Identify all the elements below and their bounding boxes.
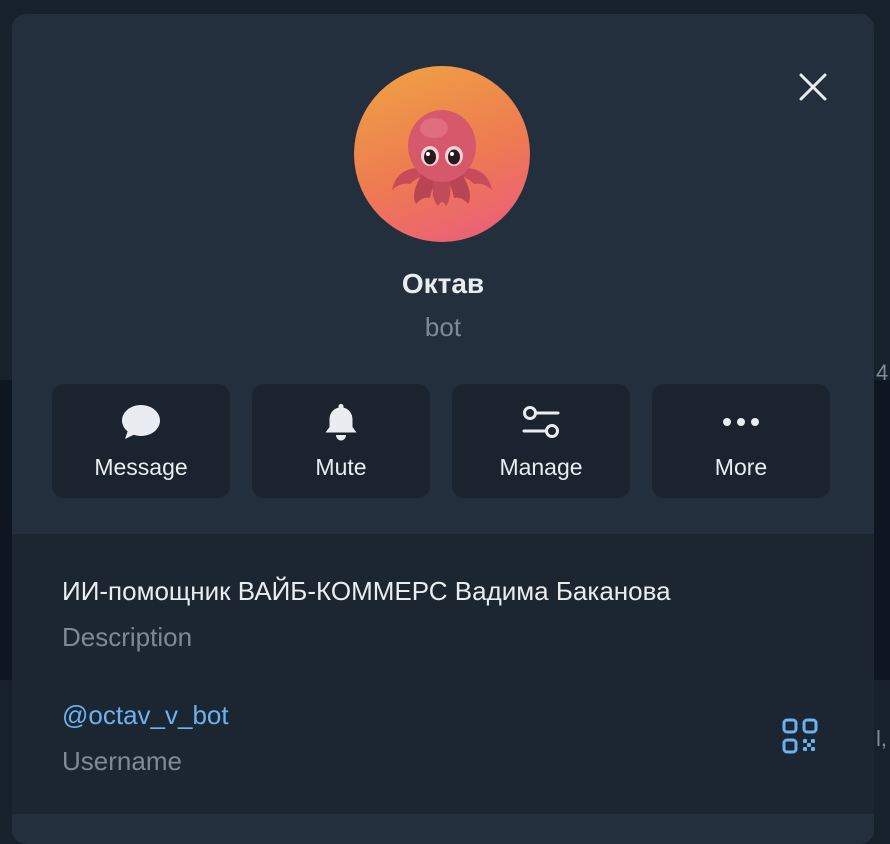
- username-link[interactable]: @octav_v_bot: [62, 700, 229, 731]
- qr-code-button[interactable]: [782, 718, 818, 754]
- description-caption: Description: [62, 622, 193, 652]
- section-divider: [12, 814, 874, 844]
- close-button[interactable]: [796, 70, 830, 104]
- more-dots-icon: [723, 418, 759, 426]
- bell-icon: [325, 404, 357, 441]
- action-buttons: Message Mute Manage More: [52, 384, 830, 498]
- sliders-icon: [522, 406, 560, 438]
- description-text: ИИ-помощник ВАЙБ-КОММЕРС Вадима Баканова: [62, 576, 671, 606]
- background-text-fragment: 4: [876, 360, 889, 385]
- more-button[interactable]: More: [652, 384, 830, 498]
- manage-button[interactable]: Manage: [452, 384, 630, 498]
- info-section: ИИ-помощник ВАЙБ-КОММЕРС Вадима Баканова…: [12, 534, 874, 814]
- username-caption: Username: [62, 746, 182, 776]
- close-icon: [799, 73, 827, 101]
- background-text-fragment: l,: [876, 726, 887, 751]
- octopus-icon: [392, 110, 492, 206]
- mute-button-label: Mute: [315, 454, 367, 480]
- profile-dialog: Октав bot Message Mute Manage More ИИ-по…: [12, 14, 874, 844]
- message-button-label: Message: [94, 454, 188, 480]
- message-bubble-icon: [122, 405, 160, 439]
- manage-button-label: Manage: [499, 454, 583, 480]
- profile-subtitle: bot: [424, 312, 462, 342]
- more-button-label: More: [714, 454, 768, 480]
- message-button[interactable]: Message: [52, 384, 230, 498]
- mute-button[interactable]: Mute: [252, 384, 430, 498]
- qr-code-icon: [782, 718, 818, 754]
- avatar: [354, 66, 530, 242]
- profile-name: Октав: [401, 268, 485, 299]
